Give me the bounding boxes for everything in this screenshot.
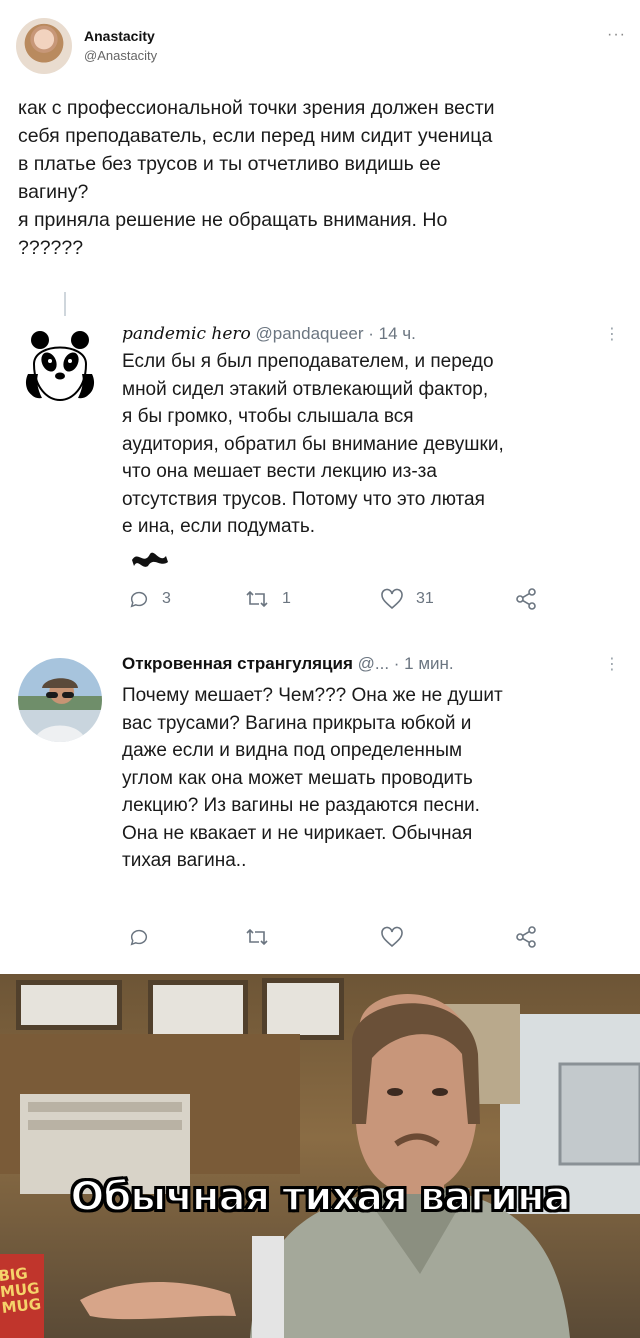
retweet-icon <box>246 928 268 946</box>
reply-button[interactable] <box>128 926 162 948</box>
reply-text: Почему мешает? Чем??? Она же не душит ва… <box>122 685 503 871</box>
author-name[interactable]: Anastacity <box>84 28 155 44</box>
retweet-button[interactable]: 1 <box>244 588 291 610</box>
avatar[interactable] <box>16 18 72 74</box>
profile-photo-icon <box>34 678 86 742</box>
share-button[interactable] <box>514 926 538 948</box>
retweet-count: 1 <box>282 590 291 607</box>
meme-image: Обычная тихая вагина BIG MUG MUG <box>0 974 640 1338</box>
mug-label: BIG MUG MUG <box>0 1264 42 1317</box>
author-handle[interactable]: @Anastacity <box>84 48 157 63</box>
retweet-button[interactable] <box>244 926 282 948</box>
reply-author-name[interactable]: pandemic hero <box>122 324 251 344</box>
panda-avatar[interactable] <box>18 322 102 406</box>
meme-scene <box>0 994 640 1338</box>
reply-icon <box>130 929 148 946</box>
thread-connector <box>64 292 66 316</box>
reply-header: Откровенная странгуляция @... · 1 мин. <box>122 654 622 676</box>
reply-header: pandemic hero @pandaqueer · 14 ч. <box>122 324 622 346</box>
reply-icon <box>130 591 148 608</box>
heart-icon <box>381 588 403 610</box>
reply-timestamp[interactable]: · 1 мин. <box>394 654 454 673</box>
reply-timestamp[interactable]: · 14 ч. <box>368 324 416 343</box>
reply-author-handle[interactable]: @pandaqueer <box>256 324 364 343</box>
reply-tweet: Откровенная странгуляция @... · 1 мин. ⋮… <box>0 644 640 964</box>
heart-icon <box>381 926 403 948</box>
meme-caption: Обычная тихая вагина <box>69 1173 571 1221</box>
like-button[interactable] <box>380 926 416 948</box>
reply-author-name[interactable]: Откровенная странгуляция <box>122 654 353 673</box>
original-tweet: Anastacity @Anastacity ··· как с професс… <box>0 0 640 300</box>
more-options-icon[interactable]: ⋮ <box>604 654 620 674</box>
share-icon <box>516 588 536 610</box>
share-button[interactable] <box>514 588 538 610</box>
reply-text: Если бы я был преподавателем, и передо м… <box>122 351 504 537</box>
more-options-icon[interactable]: ··· <box>607 26 626 44</box>
panda-icon <box>18 322 102 406</box>
reply-button[interactable]: 3 <box>128 588 171 610</box>
reply-author-handle[interactable]: @... <box>358 654 389 673</box>
reply-tweet: pandemic hero @pandaqueer · 14 ч. ⋮ Если… <box>0 318 640 638</box>
tweet-actions: 3 1 31 <box>128 588 548 618</box>
more-options-icon[interactable]: ⋮ <box>604 324 620 344</box>
reply-count: 3 <box>162 590 171 607</box>
like-button[interactable]: 31 <box>380 588 434 610</box>
retweet-icon <box>246 590 268 608</box>
censor-scribble <box>132 552 168 567</box>
share-icon <box>516 926 536 948</box>
avatar[interactable] <box>18 658 102 742</box>
like-count: 31 <box>416 590 434 607</box>
tweet-actions <box>128 926 548 956</box>
tweet-text: как с профессиональной точки зрения долж… <box>18 97 495 259</box>
